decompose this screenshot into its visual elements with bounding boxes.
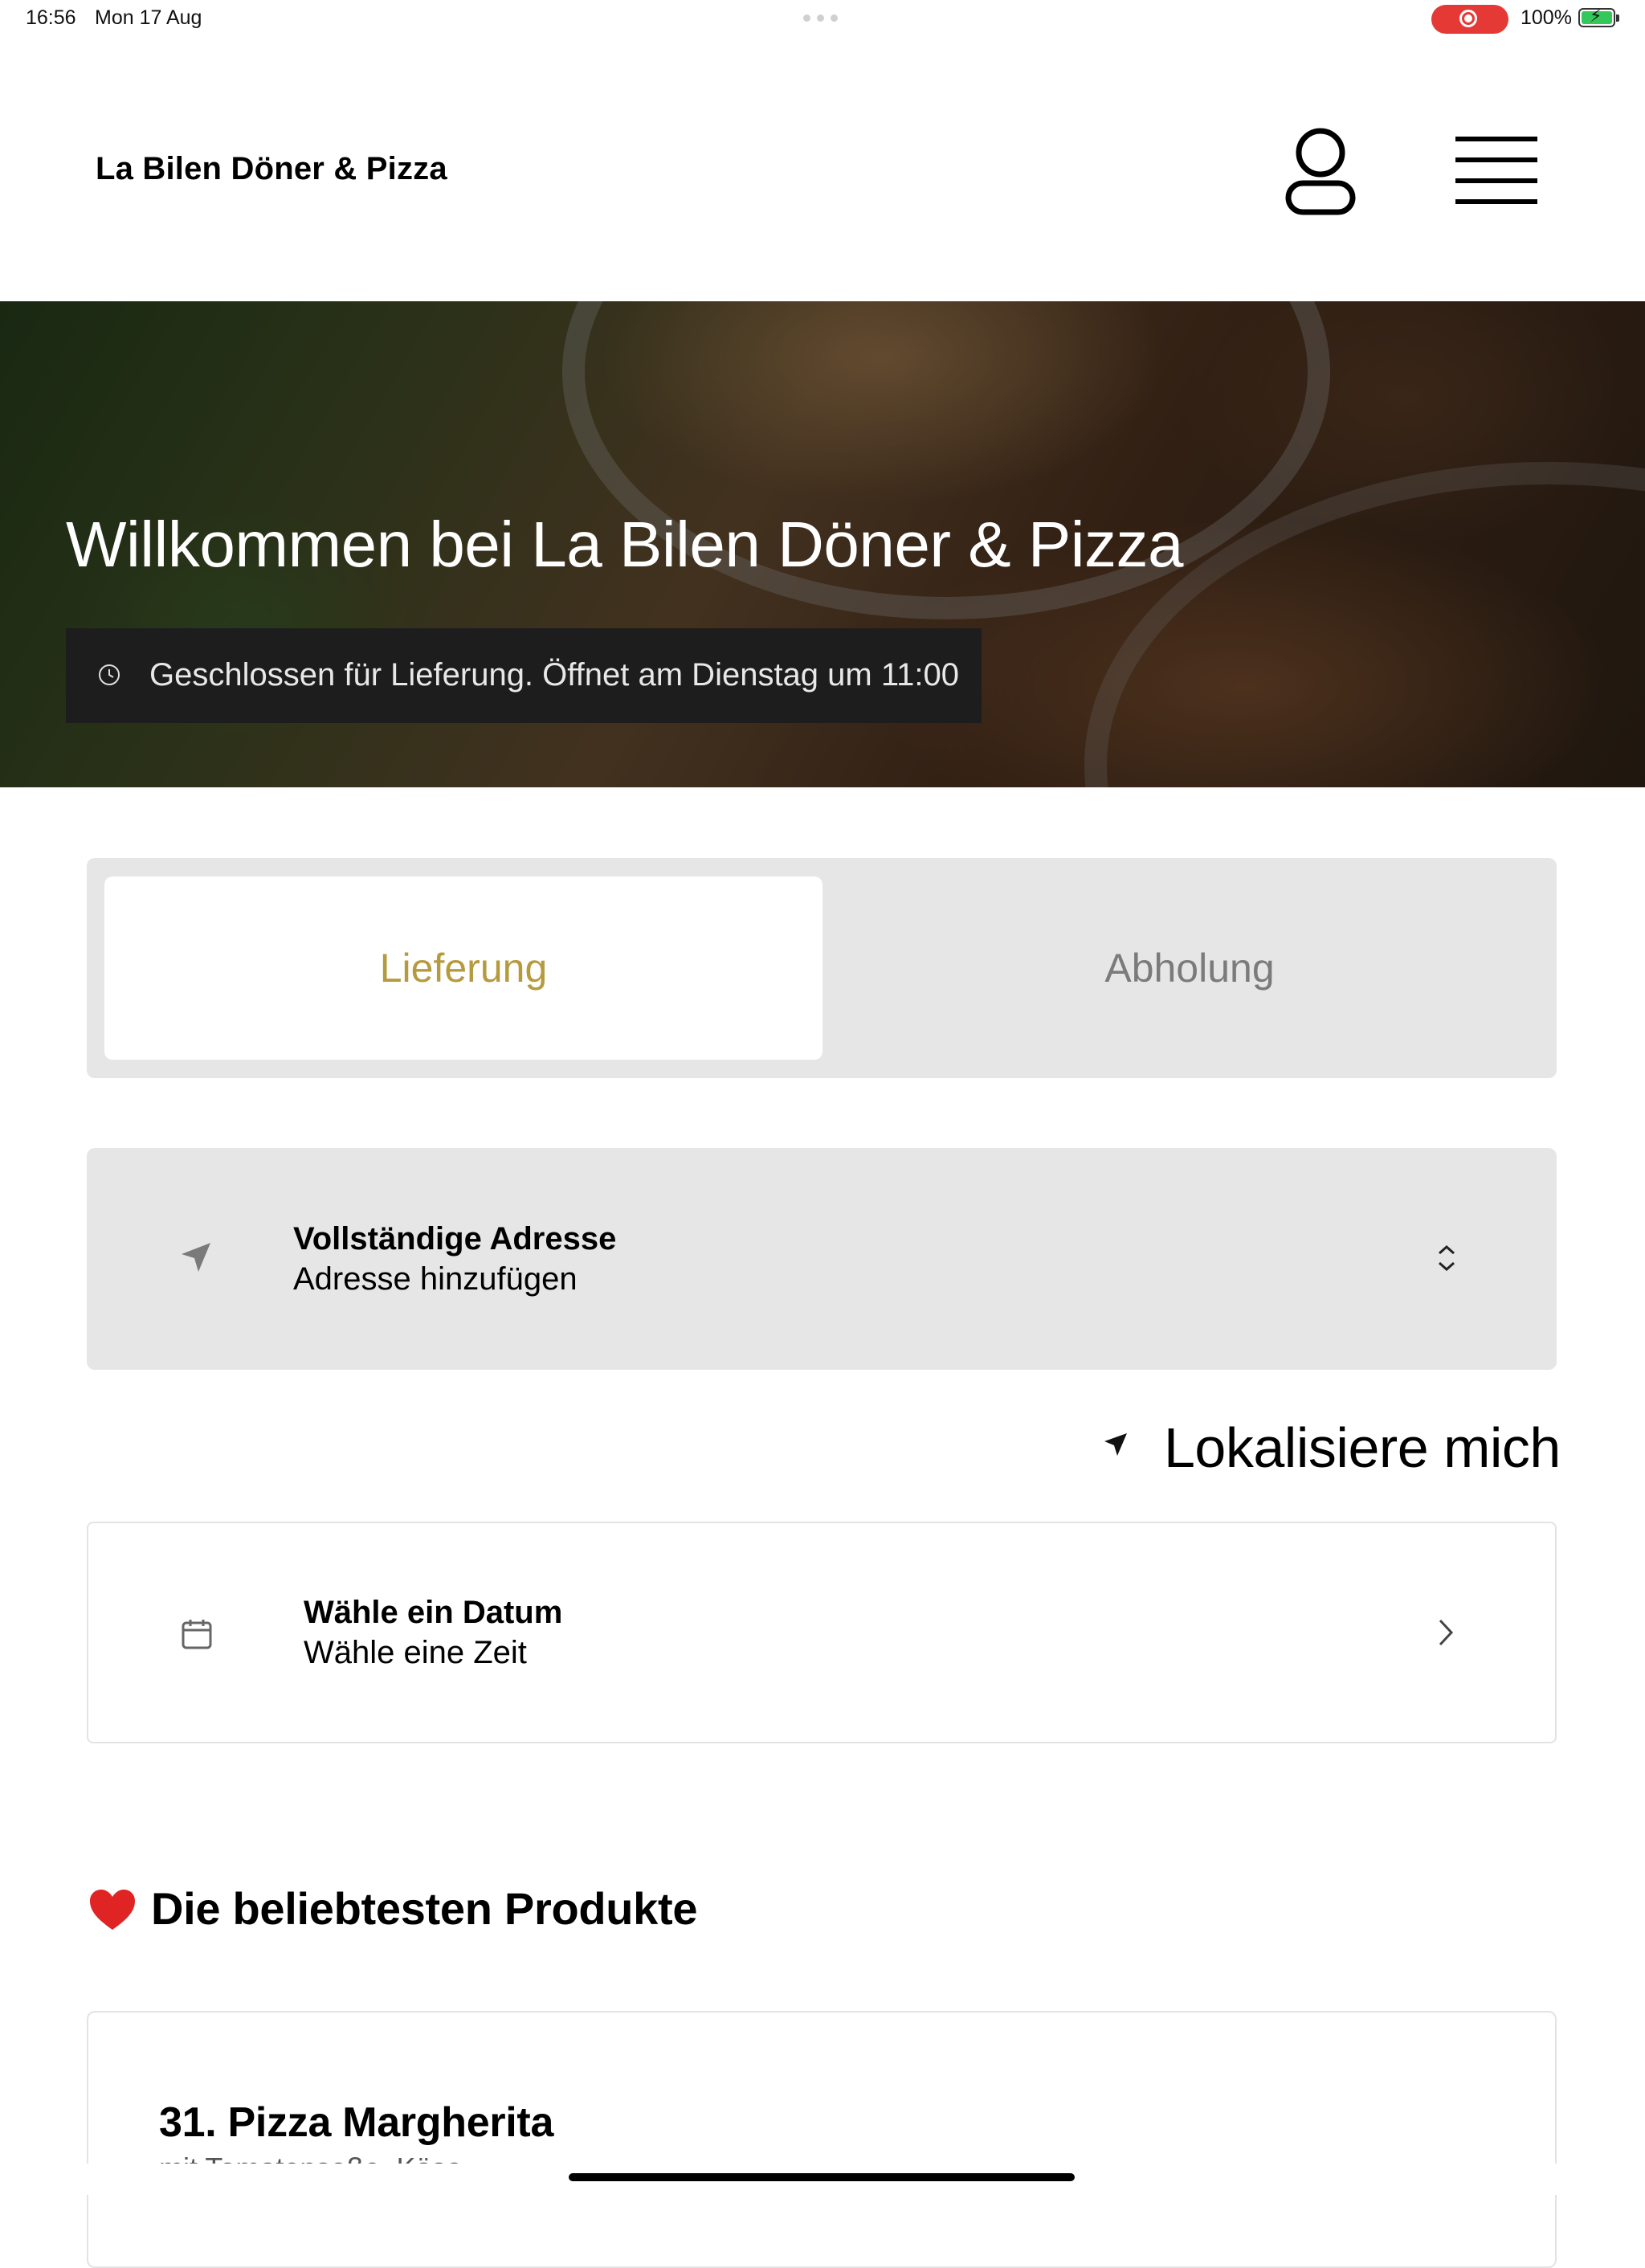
status-date: Mon 17 Aug (95, 6, 202, 29)
chevron-right-icon (1439, 1619, 1454, 1646)
welcome-title: Willkommen bei La Bilen Döner & Pizza (66, 509, 1183, 580)
restaurant-name[interactable]: La Bilen Döner & Pizza (96, 151, 447, 187)
multitasking-dots-icon[interactable] (803, 14, 842, 22)
time-subtitle: Wähle eine Zeit (304, 1635, 527, 1670)
heart-icon (90, 1890, 135, 1930)
closed-notice-text: Geschlossen für Lieferung. Öffnet am Die… (149, 657, 959, 693)
tab-lieferung-label[interactable]: Lieferung (104, 945, 822, 991)
location-arrow-icon[interactable] (1102, 1431, 1129, 1458)
clock-icon (99, 664, 120, 685)
date-title: Wähle ein Datum (304, 1595, 563, 1630)
locate-me-button[interactable]: Lokalisiere mich (1164, 1416, 1561, 1480)
chevron-up-down-icon (1439, 1244, 1455, 1272)
user-icon[interactable] (1284, 125, 1357, 216)
date-selector[interactable] (87, 1522, 1557, 1743)
product-name[interactable]: 31. Pizza Margherita (159, 2098, 553, 2147)
location-arrow-icon (182, 1243, 210, 1272)
hamburger-menu-icon[interactable] (1454, 135, 1539, 206)
status-time: 16:56 (26, 6, 76, 29)
screen-recording-icon[interactable] (1431, 5, 1508, 34)
address-selector[interactable] (87, 1148, 1557, 1370)
section-title: Die beliebtesten Produkte (151, 1883, 698, 1934)
closed-notice: Geschlossen für Lieferung. Öffnet am Die… (66, 628, 982, 723)
tab-abholung[interactable]: Abholung (822, 945, 1557, 991)
calendar-icon (182, 1620, 212, 1649)
battery-percentage: 100% (1521, 6, 1572, 29)
address-subtitle: Adresse hinzufügen (293, 1261, 578, 1297)
battery-icon: ⚡ (1578, 7, 1619, 27)
home-indicator[interactable] (569, 2173, 1075, 2181)
address-title: Vollständige Adresse (293, 1221, 617, 1257)
